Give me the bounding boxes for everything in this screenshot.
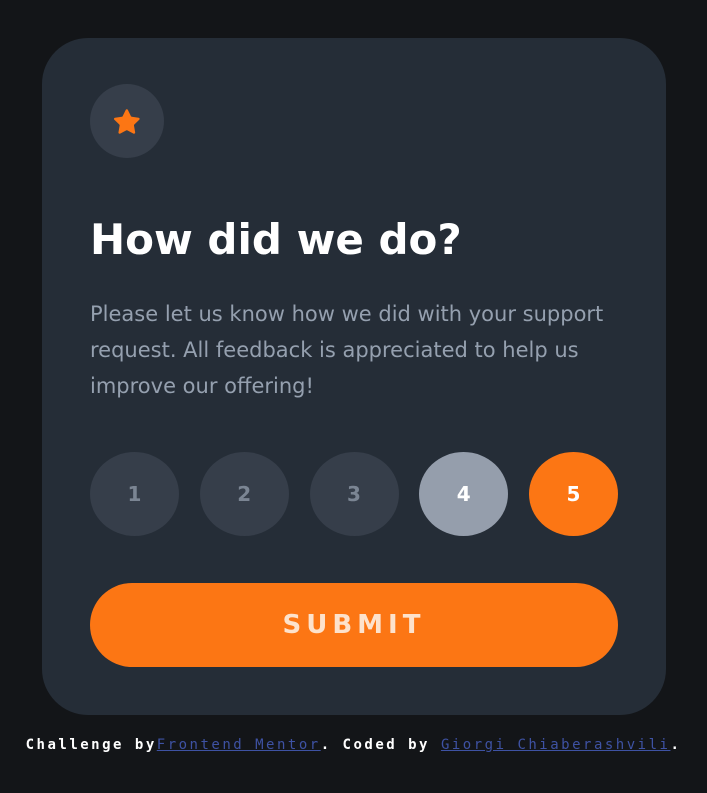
rating-card: How did we do? Please let us know how we… [42,38,666,715]
author-link[interactable]: Giorgi Chiaberashvili [441,737,671,753]
star-badge [90,84,164,158]
rating-button-1[interactable]: 1 [90,452,179,536]
star-icon [114,108,140,134]
submit-button[interactable]: SUBMIT [90,583,618,667]
attribution-coded-prefix: . Coded by [320,737,430,753]
frontend-mentor-link[interactable]: Frontend Mentor [157,737,321,753]
attribution: Challenge byFrontend Mentor. Coded by Gi… [0,737,707,753]
rating-button-3[interactable]: 3 [309,452,399,536]
rating-button-2[interactable]: 2 [199,452,289,536]
card-description: Please let us know how we did with your … [90,302,604,398]
attribution-challenge-prefix: Challenge by [25,737,157,753]
rating-options: 1 2 3 4 5 [90,452,618,536]
card-title: How did we do? [90,215,462,264]
attribution-suffix: . [670,737,682,753]
rating-button-5[interactable]: 5 [529,452,618,536]
rating-button-4[interactable]: 4 [419,452,509,536]
